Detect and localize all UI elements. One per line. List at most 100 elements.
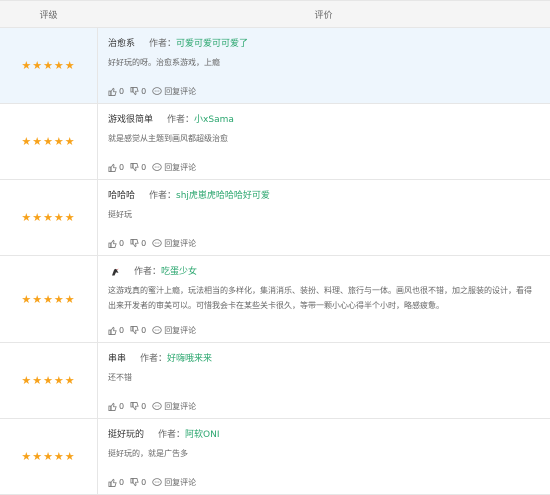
reviews-table: 评级 评价 ★★★★★ 治愈系 作者： 可爱可爱可可爱了 好好玩的呀。治愈系游戏… <box>0 0 550 495</box>
thumbs-down-icon <box>130 478 139 487</box>
review-row: ★★★★★ 哈哈哈 作者： shj虎崽虎哈哈哈好可爱 挺好玩 0 0 回复评论 <box>0 180 550 256</box>
comment-bubble-icon <box>152 239 162 247</box>
reply-button[interactable]: 回复评论 <box>152 238 196 249</box>
table-header: 评级 评价 <box>0 1 550 28</box>
reply-label: 回复评论 <box>164 87 197 96</box>
review-content: 还不错 <box>108 373 132 382</box>
dislike-count: 0 <box>141 163 147 172</box>
thumbs-up-icon <box>108 402 117 411</box>
review-title: 治愈系 <box>108 39 136 49</box>
like-count: 0 <box>119 402 125 411</box>
reply-button[interactable]: 回复评论 <box>152 477 196 488</box>
rating-cell: ★★★★★ <box>0 180 98 255</box>
comment-bubble-icon <box>152 87 162 95</box>
thumbs-up-icon <box>108 478 117 487</box>
dislike-button[interactable]: 0 <box>130 163 146 172</box>
thumbs-down-icon <box>130 87 139 96</box>
dislike-button[interactable]: 0 <box>130 402 146 411</box>
reply-label: 回复评论 <box>164 163 197 172</box>
like-button[interactable]: 0 <box>108 326 124 335</box>
thumbs-up-icon <box>108 163 117 172</box>
review-content: 挺好玩的，就是广告多 <box>108 449 188 458</box>
review-body: 治愈系 作者： 可爱可爱可可爱了 好好玩的呀。治愈系游戏，上瘾 0 0 回复评论 <box>98 28 550 103</box>
reply-label: 回复评论 <box>164 402 197 411</box>
dislike-count: 0 <box>141 326 147 335</box>
author-link[interactable]: shj虎崽虎哈哈哈好可爱 <box>176 189 270 203</box>
dislike-button[interactable]: 0 <box>130 239 146 248</box>
review-title: 挺好玩的 <box>108 430 145 440</box>
author-link[interactable]: 好嗨哦来来 <box>167 352 212 366</box>
author-label: 作者： <box>140 354 168 364</box>
dislike-button[interactable]: 0 <box>130 478 146 487</box>
rating-cell: ★★★★★ <box>0 343 98 418</box>
review-title: 游戏很简单 <box>108 115 154 125</box>
author-link[interactable]: 小xSama <box>194 113 234 127</box>
thumbs-up-icon <box>108 87 117 96</box>
reply-button[interactable]: 回复评论 <box>152 162 196 173</box>
review-content: 挺好玩 <box>108 210 132 219</box>
star-rating: ★★★★★ <box>21 211 76 224</box>
review-body: 串串 作者： 好嗨哦来来 还不错 0 0 回复评论 <box>98 343 550 418</box>
review-actions: 0 0 回复评论 <box>108 401 202 412</box>
dislike-count: 0 <box>141 478 147 487</box>
comment-bubble-icon <box>152 326 162 334</box>
comment-bubble-icon <box>152 478 162 486</box>
review-actions: 0 0 回复评论 <box>108 477 202 488</box>
review-meta: 游戏很简单 作者： 小xSama <box>108 113 540 127</box>
review-row: ★★★★★ 游戏很简单 作者： 小xSama 就是感觉从主题到画风都超级治愈 0… <box>0 104 550 180</box>
review-body: 游戏很简单 作者： 小xSama 就是感觉从主题到画风都超级治愈 0 0 回复评… <box>98 104 550 179</box>
review-body: 哈哈哈 作者： shj虎崽虎哈哈哈好可爱 挺好玩 0 0 回复评论 <box>98 180 550 255</box>
thumbs-up-icon <box>108 326 117 335</box>
thumbs-up-icon <box>108 239 117 248</box>
like-count: 0 <box>119 163 125 172</box>
review-body: 挺好玩的 作者： 阿软ONI 挺好玩的，就是广告多 0 0 回复评论 <box>98 419 550 494</box>
reply-button[interactable]: 回复评论 <box>152 86 196 97</box>
like-button[interactable]: 0 <box>108 239 124 248</box>
dislike-button[interactable]: 0 <box>130 326 146 335</box>
rating-cell: ★★★★★ <box>0 28 98 103</box>
dislike-count: 0 <box>141 87 147 96</box>
review-title: 串串 <box>108 354 127 364</box>
author-label: 作者： <box>149 39 177 49</box>
review-actions: 0 0 回复评论 <box>108 162 202 173</box>
comment-bubble-icon <box>152 402 162 410</box>
thumbs-down-icon <box>130 239 139 248</box>
dislike-count: 0 <box>141 402 147 411</box>
rating-cell: ★★★★★ <box>0 104 98 179</box>
like-count: 0 <box>119 239 125 248</box>
dislike-button[interactable]: 0 <box>130 87 146 96</box>
review-column-header: 评价 <box>314 10 333 21</box>
author-label: 作者： <box>158 430 186 440</box>
star-rating: ★★★★★ <box>21 59 76 72</box>
thumbs-down-icon <box>130 163 139 172</box>
review-meta: 治愈系 作者： 可爱可爱可可爱了 <box>108 37 540 51</box>
thumbs-down-icon <box>130 326 139 335</box>
author-link[interactable]: 阿软ONI <box>185 428 219 442</box>
review-content: 这游戏真的蜜汁上瘾，玩法相当的多样化，集消消乐、装扮、料理、旅行与一体。画风也很… <box>108 286 532 310</box>
rating-column-header: 评级 <box>39 10 58 21</box>
dislike-count: 0 <box>141 239 147 248</box>
review-row: ★★★★★ 治愈系 作者： 可爱可爱可可爱了 好好玩的呀。治愈系游戏，上瘾 0 … <box>0 28 550 104</box>
author-label: 作者： <box>149 191 177 201</box>
like-button[interactable]: 0 <box>108 402 124 411</box>
like-button[interactable]: 0 <box>108 163 124 172</box>
thumbs-down-icon <box>130 402 139 411</box>
review-actions: 0 0 回复评论 <box>108 238 202 249</box>
like-button[interactable]: 0 <box>108 87 124 96</box>
review-meta: 挺好玩的 作者： 阿软ONI <box>108 428 540 442</box>
review-meta: 作者： 吃蛋少女 <box>108 265 540 279</box>
review-actions: 0 0 回复评论 <box>108 86 202 97</box>
review-title: 哈哈哈 <box>108 191 136 201</box>
author-link[interactable]: 可爱可爱可可爱了 <box>176 37 248 51</box>
review-row: ★★★★★ 串串 作者： 好嗨哦来来 还不错 0 0 回复评论 <box>0 343 550 419</box>
review-content: 就是感觉从主题到画风都超级治愈 <box>108 134 228 143</box>
like-count: 0 <box>119 478 125 487</box>
like-button[interactable]: 0 <box>108 478 124 487</box>
author-label: 作者： <box>134 267 162 277</box>
reply-button[interactable]: 回复评论 <box>152 401 196 412</box>
review-row: ★★★★★ 作者： 吃蛋少女 这游戏真的蜜汁上瘾，玩法相当的多样化，集消消乐、装… <box>0 256 550 343</box>
author-link[interactable]: 吃蛋少女 <box>161 265 197 279</box>
reply-button[interactable]: 回复评论 <box>152 325 196 336</box>
review-meta: 哈哈哈 作者： shj虎崽虎哈哈哈好可爱 <box>108 189 540 203</box>
author-label: 作者： <box>167 115 195 125</box>
